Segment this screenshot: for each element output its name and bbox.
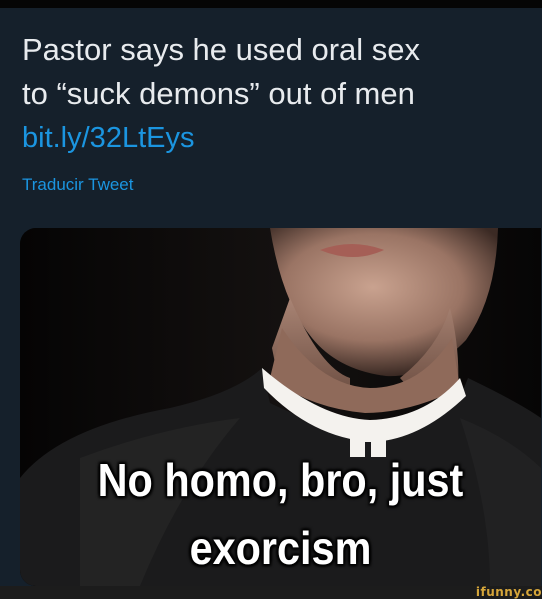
top-border [0, 0, 542, 8]
meme-caption-line: No homo, bro, just [97, 454, 464, 506]
tweet-text-line: Pastor says he used oral sex [22, 32, 421, 67]
tweet-text: Pastor says he used oral sex to “suck de… [22, 28, 522, 160]
tweet-screenshot: Pastor says he used oral sex to “suck de… [0, 0, 542, 599]
tweet-text-line: to “suck demons” out of men [22, 76, 415, 111]
ifunny-watermark: ifunny.co [475, 585, 542, 599]
meme-caption-line: exorcism [189, 522, 372, 574]
bottom-border [0, 586, 542, 599]
tweet-media-image[interactable]: No homo, bro, just exorcism [20, 228, 541, 586]
translate-tweet-link[interactable]: Traducir Tweet [22, 174, 134, 196]
tweet-link[interactable]: bit.ly/32LtEys [22, 116, 522, 160]
